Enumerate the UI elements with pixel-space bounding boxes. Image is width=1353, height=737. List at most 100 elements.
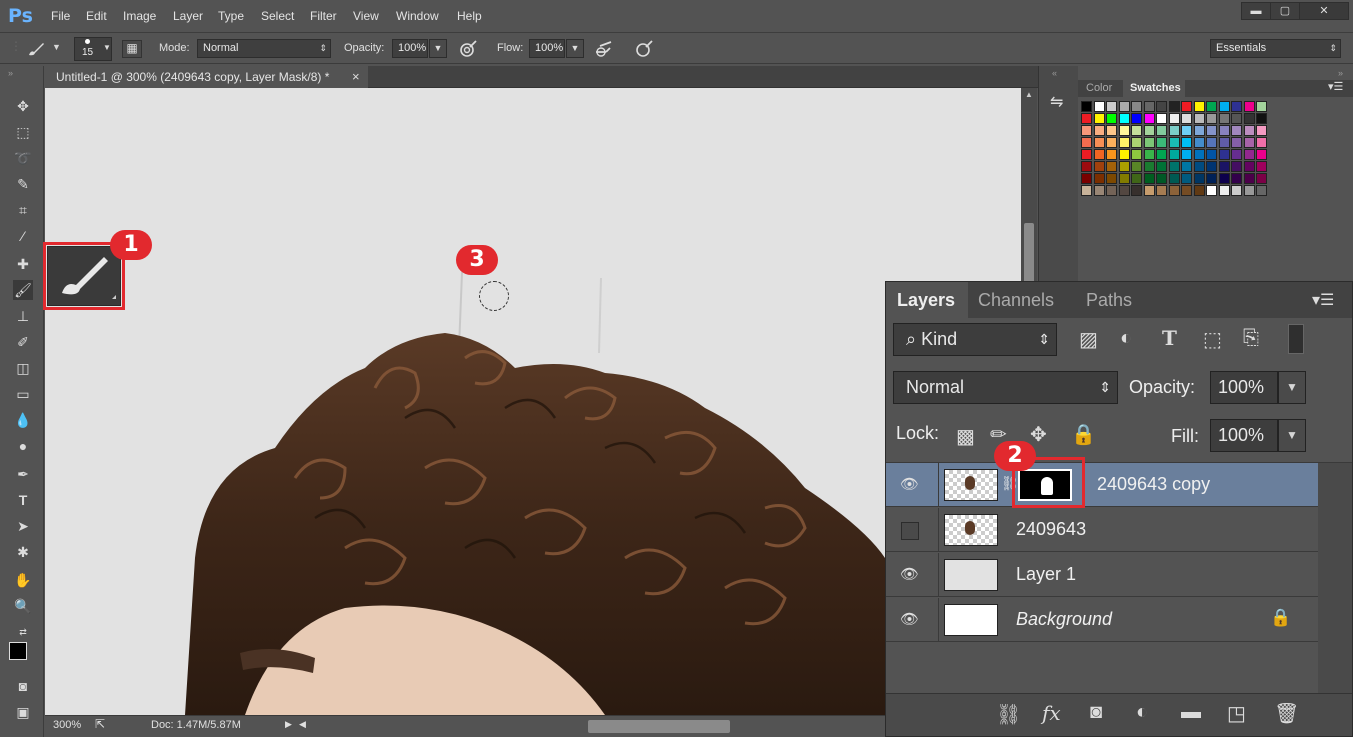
- color-swatch[interactable]: [1243, 125, 1255, 136]
- eyedropper-tool-icon[interactable]: ⁄: [13, 226, 33, 246]
- color-swatch[interactable]: [1231, 125, 1242, 136]
- crop-tool-icon[interactable]: ⌗: [13, 200, 33, 220]
- pressure-size-icon[interactable]: [634, 40, 654, 58]
- lock-transparent-icon[interactable]: ▩: [956, 424, 975, 449]
- tab-paths[interactable]: Paths: [1086, 290, 1132, 311]
- airbrush-icon[interactable]: [594, 40, 616, 58]
- restore-button[interactable]: ▢: [1270, 2, 1300, 20]
- color-swatch[interactable]: [1256, 185, 1267, 196]
- color-swatch[interactable]: [1168, 161, 1180, 172]
- color-swatch[interactable]: [1168, 101, 1180, 112]
- color-swatch[interactable]: [1131, 113, 1142, 124]
- history-brush-tool-icon[interactable]: ✐: [13, 332, 33, 352]
- color-swatch[interactable]: [1143, 149, 1155, 160]
- properties-panel-icon[interactable]: ⇋: [1050, 92, 1063, 112]
- color-swatch[interactable]: [1256, 101, 1267, 112]
- tab-layers[interactable]: Layers: [897, 290, 955, 311]
- fill-input[interactable]: 100%: [1210, 419, 1278, 452]
- color-swatch[interactable]: [1243, 137, 1255, 148]
- gradient-tool-icon[interactable]: ▭: [13, 384, 33, 404]
- color-swatch[interactable]: [1231, 101, 1242, 112]
- color-swatch[interactable]: [1168, 137, 1180, 148]
- color-swatch[interactable]: [1131, 161, 1142, 172]
- color-swatch[interactable]: [1106, 161, 1117, 172]
- color-swatch[interactable]: [1156, 185, 1167, 196]
- color-swatch[interactable]: [1093, 137, 1105, 148]
- color-swatch[interactable]: [1193, 173, 1205, 184]
- layer-row[interactable]: 👁 ⛓ 2409643 copy: [886, 463, 1318, 507]
- color-swatch[interactable]: [1093, 173, 1105, 184]
- color-swatch[interactable]: [1218, 113, 1230, 124]
- color-swatch[interactable]: [1193, 185, 1205, 196]
- trash-icon[interactable]: 🗑: [1274, 701, 1299, 726]
- color-swatch[interactable]: [1231, 113, 1242, 124]
- color-swatch[interactable]: [1093, 125, 1105, 136]
- filter-toggle-switch[interactable]: [1288, 324, 1304, 354]
- color-swatch[interactable]: [1181, 185, 1192, 196]
- color-swatch[interactable]: [1256, 137, 1267, 148]
- color-swatch[interactable]: [1131, 173, 1142, 184]
- color-swatch[interactable]: [1156, 101, 1167, 112]
- menu-help[interactable]: Help: [457, 9, 482, 23]
- color-swatch[interactable]: [1118, 113, 1130, 124]
- color-swatch[interactable]: [1218, 185, 1230, 196]
- brush-tool-icon[interactable]: 🖌: [13, 280, 33, 300]
- visibility-eye-icon[interactable]: 👁: [900, 565, 919, 583]
- color-swatch[interactable]: [1106, 125, 1117, 136]
- swatch-grid[interactable]: [1081, 101, 1336, 196]
- shape-tool-icon[interactable]: ✱: [13, 542, 33, 562]
- collapse-icon[interactable]: «: [1052, 68, 1057, 78]
- filter-adjustment-icon[interactable]: ◐: [1120, 327, 1132, 350]
- color-swatch[interactable]: [1118, 149, 1130, 160]
- menu-select[interactable]: Select: [261, 9, 294, 23]
- color-swatch[interactable]: [1181, 161, 1192, 172]
- color-swatch[interactable]: [1143, 125, 1155, 136]
- workspace-dropdown[interactable]: Essentials ⇕: [1210, 39, 1341, 58]
- color-swatch[interactable]: [1256, 125, 1267, 136]
- color-swatch[interactable]: [1231, 185, 1242, 196]
- color-swatch[interactable]: [1206, 113, 1217, 124]
- color-swatch[interactable]: [1243, 101, 1255, 112]
- color-swatch[interactable]: [1143, 101, 1155, 112]
- color-swatch[interactable]: [1218, 149, 1230, 160]
- color-swatch[interactable]: [1193, 101, 1205, 112]
- color-swatch[interactable]: [1131, 125, 1142, 136]
- layer-name[interactable]: Background: [1016, 609, 1112, 630]
- color-swatch[interactable]: [1206, 185, 1217, 196]
- mode-dropdown[interactable]: Normal ⇕: [197, 39, 331, 58]
- fill-dropdown-button[interactable]: ▼: [1278, 419, 1306, 452]
- color-swatch[interactable]: [1118, 137, 1130, 148]
- menu-edit[interactable]: Edit: [86, 9, 107, 23]
- color-swatch[interactable]: [1181, 137, 1192, 148]
- color-swatch[interactable]: [1193, 113, 1205, 124]
- color-swatch[interactable]: [1181, 101, 1192, 112]
- lock-position-icon[interactable]: ✥: [1030, 422, 1047, 447]
- opacity-input[interactable]: 100%: [392, 39, 428, 58]
- color-swatch[interactable]: [1081, 113, 1092, 124]
- color-swatch[interactable]: [1206, 161, 1217, 172]
- color-swatch[interactable]: [1168, 185, 1180, 196]
- color-swatch[interactable]: [1131, 149, 1142, 160]
- color-swatch[interactable]: [1256, 173, 1267, 184]
- layer-opacity-dropdown-button[interactable]: ▼: [1278, 371, 1306, 404]
- color-swatch[interactable]: [1256, 161, 1267, 172]
- color-swatch[interactable]: [1081, 161, 1092, 172]
- horizontal-scroll-thumb[interactable]: [588, 720, 730, 733]
- new-group-icon[interactable]: ▬: [1181, 701, 1201, 724]
- brush-panel-toggle-icon[interactable]: ▦: [122, 40, 142, 58]
- brush-size-picker[interactable]: 15 ▼: [74, 37, 112, 61]
- color-swatch[interactable]: [1218, 101, 1230, 112]
- layer-name[interactable]: 2409643: [1016, 519, 1086, 540]
- color-swatch[interactable]: [1168, 173, 1180, 184]
- color-swatch[interactable]: [1243, 185, 1255, 196]
- color-swatch[interactable]: [1193, 137, 1205, 148]
- visibility-eye-icon[interactable]: 👁: [900, 610, 919, 628]
- color-swatch[interactable]: [1081, 173, 1092, 184]
- scroll-up-icon[interactable]: ▲: [1025, 90, 1033, 99]
- color-swatch[interactable]: [1181, 125, 1192, 136]
- foreground-color-swatch[interactable]: [9, 642, 27, 660]
- color-swatch[interactable]: [1118, 125, 1130, 136]
- menu-filter[interactable]: Filter: [310, 9, 337, 23]
- color-swatch[interactable]: [1143, 173, 1155, 184]
- layer-name[interactable]: 2409643 copy: [1097, 474, 1210, 495]
